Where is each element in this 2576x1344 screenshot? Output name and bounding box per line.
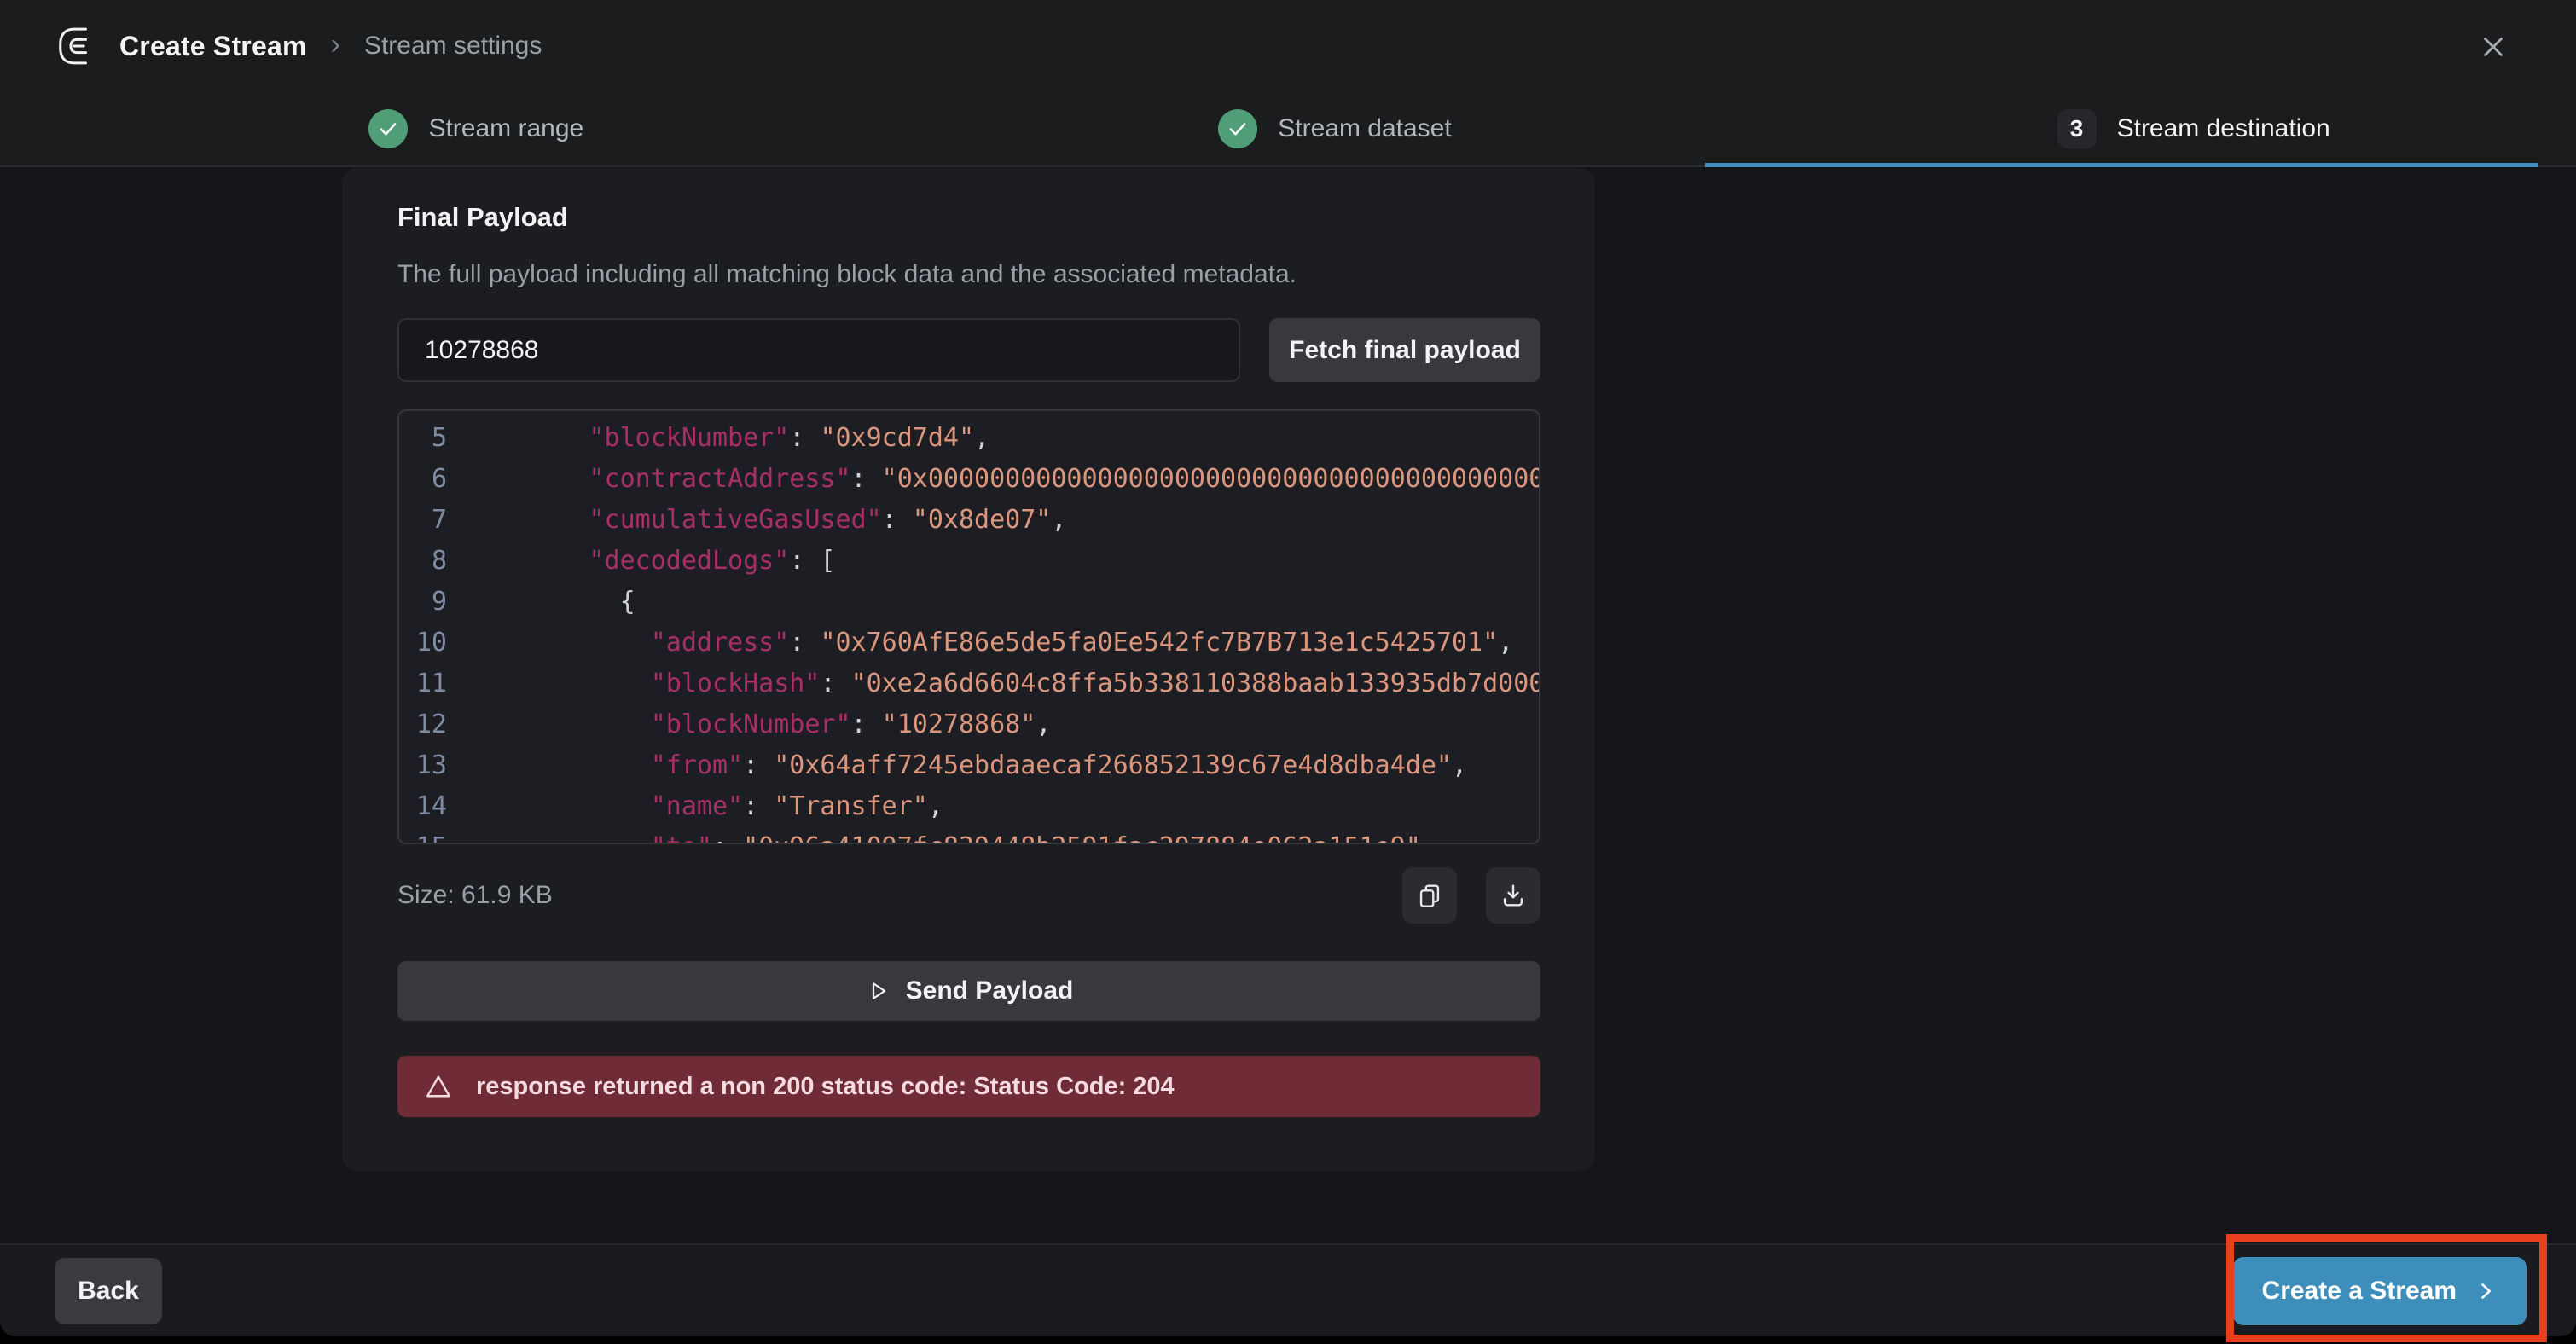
send-payload-button[interactable]: Send Payload <box>397 961 1540 1021</box>
check-icon <box>368 109 408 148</box>
step-stream-dataset[interactable]: Stream dataset <box>906 92 1765 165</box>
step-stream-destination[interactable]: 3 Stream destination <box>1764 92 2576 165</box>
breadcrumb: Stream settings <box>364 32 542 61</box>
error-banner: response returned a non 200 status code:… <box>397 1056 1540 1117</box>
code-line: 6 "contractAddress": "0x0000000000000000… <box>399 459 1539 500</box>
error-message: response returned a non 200 status code:… <box>476 1073 1175 1101</box>
steps-nav: Stream range Stream dataset 3 Stream des… <box>0 92 2576 167</box>
code-line: 9 { <box>399 582 1539 623</box>
warning-triangle-icon <box>423 1071 454 1102</box>
create-stream-modal: Create Stream › Stream settings Stream r… <box>0 0 2576 1336</box>
size-row: Size: 61.9 KB <box>397 867 1540 924</box>
annotation-highlight-box <box>2226 1234 2547 1342</box>
footer-bar: Back Create a Stream <box>0 1243 2576 1336</box>
code-line: 14 "name": "Transfer", <box>399 786 1539 827</box>
code-line: 12 "blockNumber": "10278868", <box>399 704 1539 745</box>
payload-code-editor[interactable]: 5 "blockNumber": "0x9cd7d4",6 "contractA… <box>397 409 1540 844</box>
page-title: Create Stream <box>119 31 307 62</box>
card-description: The full payload including all matching … <box>397 260 1297 289</box>
code-line: 10 "address": "0x760AfE86e5de5fa0Ee542fc… <box>399 623 1539 663</box>
code-lines: 5 "blockNumber": "0x9cd7d4",6 "contractA… <box>399 418 1539 844</box>
back-button[interactable]: Back <box>55 1258 162 1324</box>
code-line: 13 "from": "0x64aff7245ebdaaecaf26685213… <box>399 745 1539 786</box>
code-line: 8 "decodedLogs": [ <box>399 541 1539 582</box>
streams-logo-icon <box>53 22 101 70</box>
download-icon <box>1499 881 1528 910</box>
fetch-final-payload-button[interactable]: Fetch final payload <box>1269 318 1540 382</box>
content-area: Final Payload The full payload including… <box>0 167 2576 1245</box>
step-label: Stream dataset <box>1278 114 1451 143</box>
size-actions <box>1402 867 1540 924</box>
close-icon <box>2477 31 2509 63</box>
code-line: 15 "to": "0x96a41097fc839448b2591fac2978… <box>399 827 1539 844</box>
step-label: Stream range <box>428 114 583 143</box>
code-line: 5 "blockNumber": "0x9cd7d4", <box>399 418 1539 459</box>
topbar: Create Stream › Stream settings <box>0 0 2576 92</box>
step-number-badge: 3 <box>2057 109 2097 148</box>
play-icon <box>865 978 891 1004</box>
card-heading: Final Payload <box>397 202 568 233</box>
send-payload-label: Send Payload <box>906 976 1074 1005</box>
code-line: 11 "blockHash": "0xe2a6d6604c8ffa5b33811… <box>399 663 1539 704</box>
download-payload-button[interactable] <box>1486 867 1540 924</box>
copy-payload-button[interactable] <box>1402 867 1457 924</box>
page: Create Stream › Stream settings Stream r… <box>0 0 2576 1344</box>
close-button[interactable] <box>2474 27 2513 67</box>
final-payload-card: Final Payload The full payload including… <box>342 168 1595 1171</box>
chevron-right-icon: › <box>331 28 340 61</box>
payload-size-label: Size: 61.9 KB <box>397 881 553 910</box>
check-icon <box>1218 109 1257 148</box>
step-stream-range[interactable]: Stream range <box>47 92 906 165</box>
block-number-input[interactable] <box>397 318 1240 382</box>
step-label: Stream destination <box>2117 114 2330 143</box>
code-line: 7 "cumulativeGasUsed": "0x8de07", <box>399 500 1539 541</box>
copy-icon <box>1415 881 1444 910</box>
